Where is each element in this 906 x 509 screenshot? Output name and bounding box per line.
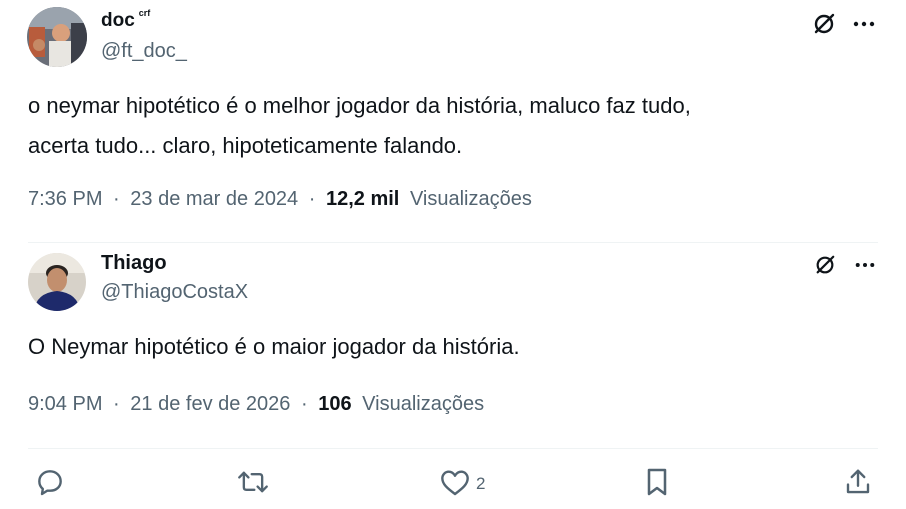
share-button[interactable] — [843, 466, 873, 502]
retweet-icon — [236, 466, 270, 503]
tweet-time[interactable]: 7:36 PM — [28, 188, 102, 210]
bookmark-icon — [642, 466, 672, 503]
tweet-date[interactable]: 23 de mar de 2024 — [130, 188, 298, 210]
meta-separator: · — [308, 188, 316, 210]
like-icon — [439, 467, 471, 502]
avatar[interactable] — [28, 253, 86, 311]
author-name-text: doc — [101, 10, 135, 31]
more-icon[interactable] — [850, 10, 878, 38]
tweet-date[interactable]: 21 de fev de 2026 — [130, 393, 290, 415]
author-name-superscript: crf — [138, 8, 151, 18]
like-count: 2 — [476, 474, 486, 493]
avatar[interactable] — [27, 7, 87, 67]
divider — [28, 242, 878, 243]
avatar-photo — [28, 253, 86, 311]
tweet-text-line: acerta tudo... claro, hipoteticamente fa… — [28, 133, 463, 158]
tweet-text: o neymar hipotético é o melhor jogador d… — [28, 86, 888, 166]
grok-icon[interactable] — [810, 10, 838, 38]
views-label: Visualizações — [362, 393, 485, 415]
tweet-meta: 7:36 PM · 23 de mar de 2024 · 12,2 mil V… — [28, 188, 532, 211]
like-button[interactable]: 2 — [439, 466, 485, 502]
tweet-time[interactable]: 9:04 PM — [28, 393, 102, 415]
tweet-text-line: o neymar hipotético é o melhor jogador d… — [28, 93, 691, 118]
reply-button[interactable] — [34, 466, 66, 502]
divider — [28, 448, 878, 449]
tweet-meta: 9:04 PM · 21 de fev de 2026 · 106 Visual… — [28, 393, 484, 416]
views-count: 106 — [318, 393, 352, 415]
meta-separator: · — [113, 393, 120, 415]
author-name[interactable]: Thiago — [101, 252, 167, 275]
author-handle[interactable]: @ft_doc_ — [101, 40, 187, 63]
bookmark-button[interactable] — [642, 466, 672, 502]
meta-separator: · — [113, 188, 120, 210]
grok-icon[interactable] — [812, 252, 838, 278]
share-icon — [843, 466, 873, 503]
author-handle[interactable]: @ThiagoCostaX — [101, 281, 248, 304]
tweet-text: O Neymar hipotético é o maior jogador da… — [28, 334, 520, 359]
more-icon[interactable] — [852, 252, 878, 278]
reply-icon — [34, 466, 66, 503]
meta-separator: · — [300, 393, 308, 415]
author-name-text: Thiago — [101, 252, 167, 274]
author-name[interactable]: doc crf — [101, 8, 151, 32]
retweet-button[interactable] — [236, 466, 270, 502]
avatar-photo — [27, 7, 87, 67]
views-count: 12,2 mil — [325, 188, 400, 210]
views-label: Visualizações — [409, 188, 532, 210]
